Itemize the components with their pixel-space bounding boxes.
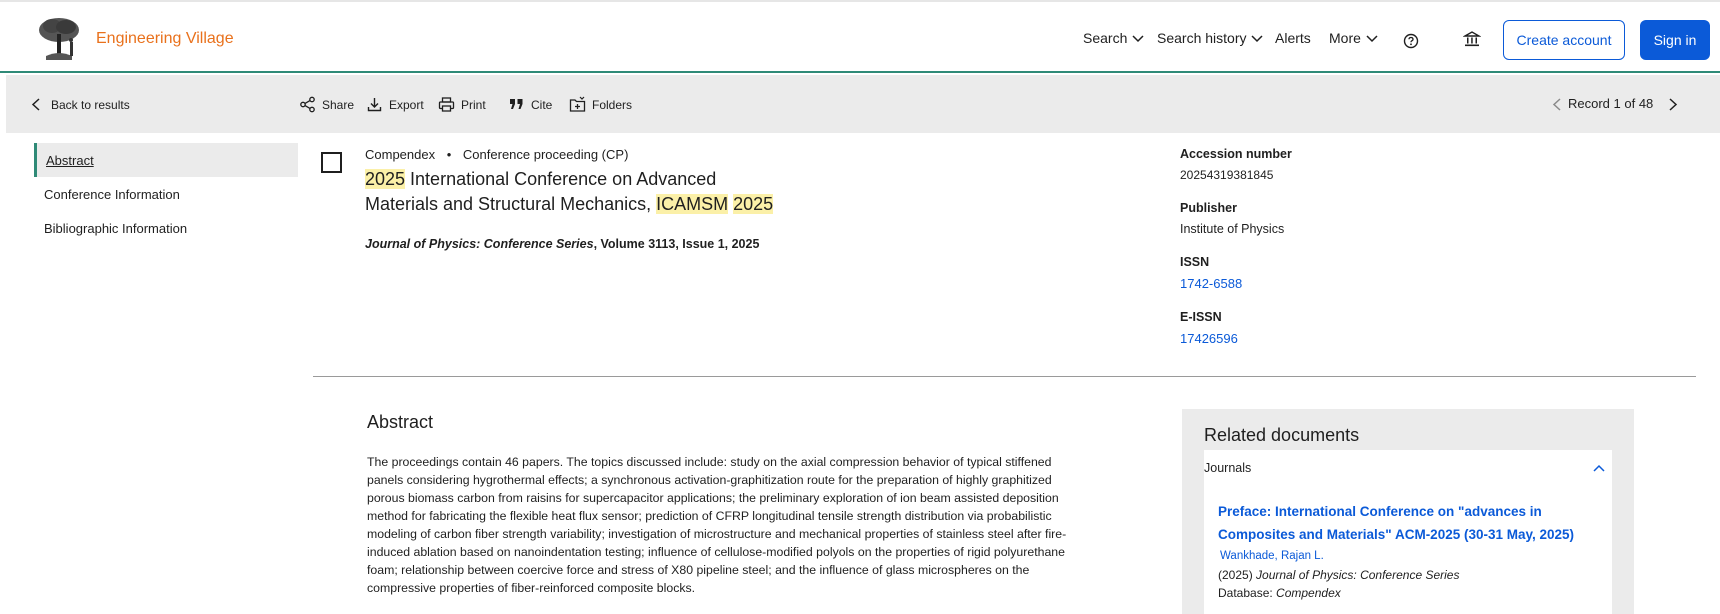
top-navigation-bar: Engineering Village Search Search histor… [0,0,1720,73]
issn-link[interactable]: 1742-6588 [1180,276,1242,291]
publisher-value: Institute of Physics [1180,222,1285,236]
chevron-left-icon [31,98,40,111]
abstract-line: method for fabricating the flexible heat… [367,509,1052,523]
download-icon [367,98,382,112]
related-document-title-line: Preface: International Conference on "ad… [1218,504,1542,519]
related-document-journal: Journal of Physics: Conference Series [1256,568,1460,582]
previous-record-button[interactable] [1549,96,1566,113]
abstract-text: The proceedings contain 46 papers. The t… [367,453,1157,597]
elsevier-tree-logo-icon[interactable] [34,16,84,62]
back-to-results-link[interactable]: Back to results [28,96,130,113]
source-volume-issue: , Volume 3113, Issue 1, 2025 [593,237,760,251]
chevron-down-icon [1366,35,1378,43]
accession-number-label: Accession number [1180,147,1292,161]
title-text: Materials and Structural Mechanics, [365,194,657,214]
sign-in-button[interactable]: Sign in [1640,20,1710,60]
chevron-left-icon [1552,98,1561,111]
record-meta: Compendex • Conference proceeding (CP) [365,147,628,162]
document-type: Conference proceeding (CP) [462,147,629,162]
highlight-term: 2025 [365,169,406,189]
help-icon[interactable] [1403,33,1419,54]
abstract-line: porous biomass carbon from raisins for s… [367,491,1059,505]
record-toolbar: Back to results Share Export Print Cite … [6,75,1720,133]
share-button[interactable]: Share [299,96,354,113]
related-document-author[interactable]: Wankhade, Rajan L. [1220,550,1324,562]
accession-number-value: 20254319381845 [1180,168,1274,182]
nav-search[interactable]: Search [1083,30,1145,46]
share-icon [300,96,315,113]
nav-search-history-label: Search history [1157,30,1247,46]
related-document-source: (2025) Journal of Physics: Conference Se… [1218,568,1459,582]
export-label: Export [389,97,424,112]
database-value: Compendex [1276,586,1341,600]
nav-alerts[interactable]: Alerts [1275,30,1311,46]
nav-search-label: Search [1083,30,1128,46]
folders-button[interactable]: Folders [569,96,632,113]
source-journal: Journal of Physics: Conference Series [365,237,594,251]
title-text: International Conference on Advanced [405,169,717,189]
nav-more[interactable]: More [1329,30,1379,46]
related-document-title-line: Composites and Materials" ACM-2025 (30-3… [1218,527,1575,542]
printer-icon [438,97,455,112]
share-label: Share [322,97,355,112]
institution-icon[interactable] [1462,30,1482,53]
export-button[interactable]: Export [366,96,424,113]
create-account-button[interactable]: Create account [1503,20,1625,60]
folder-add-icon [569,96,586,112]
database-name: Compendex [365,147,436,162]
folders-label: Folders [592,97,633,112]
record-position: Record 1 of 48 [1568,96,1654,111]
related-documents-panel: Related documents Journals Preface: Inte… [1182,409,1634,614]
chevron-up-icon[interactable] [1592,462,1606,476]
eissn-link[interactable]: 17426596 [1180,331,1238,346]
database-label: Database: [1218,586,1277,600]
issn-label: ISSN [1180,255,1210,269]
related-documents-heading: Related documents [1204,425,1360,445]
related-documents-list: Journals Preface: International Conferen… [1204,450,1612,614]
nav-search-history[interactable]: Search history [1157,30,1264,46]
journals-section-toggle[interactable]: Journals [1204,461,1251,475]
select-record-checkbox[interactable] [321,152,342,173]
abstract-line: induced ablation based on nanoindentatio… [367,545,1065,559]
cite-button[interactable]: Cite [508,96,552,113]
quote-icon [510,99,523,109]
highlight-term: 2025 [733,194,774,214]
section-divider [313,376,1696,377]
back-to-results-label: Back to results [51,97,130,112]
sidebar-item-abstract[interactable]: Abstract [34,143,298,177]
related-document-link[interactable]: Preface: International Conference on "ad… [1218,500,1598,546]
brand-name[interactable]: Engineering Village [96,30,234,48]
source-citation: Journal of Physics: Conference Series, V… [365,237,759,251]
sidebar-item-bibliographic-information[interactable]: Bibliographic Information [34,211,298,245]
nav-alerts-label: Alerts [1275,30,1311,46]
abstract-heading: Abstract [367,412,434,432]
separator-dot: • [446,147,452,162]
abstract-line: compressive properties of fiber-reinforc… [367,581,696,595]
cite-label: Cite [531,97,553,112]
record-title: 2025 International Conference on Advance… [365,167,825,217]
sidebar-item-conference-information[interactable]: Conference Information [34,177,298,211]
chevron-down-icon [1132,35,1144,43]
print-button[interactable]: Print [438,96,486,113]
nav-more-label: More [1329,30,1361,46]
chevron-right-icon [1669,98,1678,111]
abstract-line: foam; relationship between coercive forc… [367,563,1030,577]
highlight-term: ICAMSM [656,194,729,214]
related-document-database: Database: Compendex [1218,586,1341,600]
abstract-line: modeling of carbon fiber strength variab… [367,527,1067,541]
chevron-down-icon [1251,35,1264,43]
print-label: Print [461,97,486,112]
abstract-line: panels considering hygrothermal effects;… [367,473,1052,487]
next-record-button[interactable] [1664,96,1681,113]
abstract-line: The proceedings contain 46 papers. The t… [367,455,1052,469]
eissn-label: E-ISSN [1180,310,1222,324]
publisher-label: Publisher [1180,201,1237,215]
related-document-year: (2025) [1218,568,1257,582]
